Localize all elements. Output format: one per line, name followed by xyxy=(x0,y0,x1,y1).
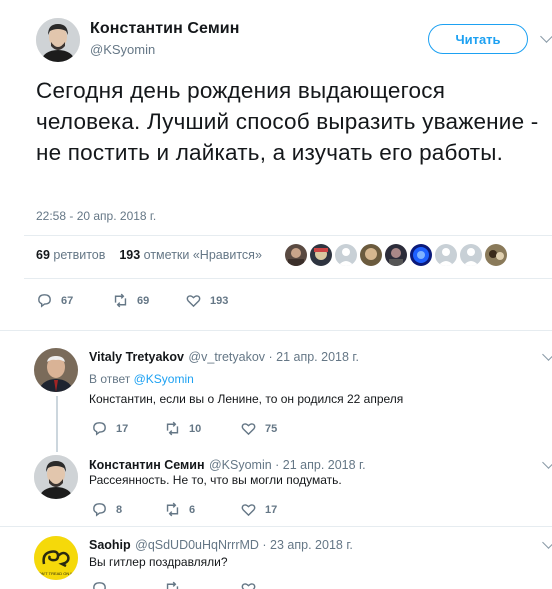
author-name[interactable]: Константин Семин xyxy=(90,20,239,38)
retweet-count: 10 xyxy=(189,422,202,435)
heart-icon xyxy=(186,295,201,308)
reply-header: Saohip @qSdUD0uHqNrrrMD · 23 апр. 2018 г… xyxy=(89,536,353,554)
reply-to: В ответ @KSyomin xyxy=(89,372,194,386)
liker-avatar[interactable] xyxy=(310,244,332,266)
heart-icon xyxy=(241,583,256,589)
reply-action[interactable]: 17 xyxy=(91,420,128,437)
retweet-icon xyxy=(166,421,179,436)
retweet-action[interactable]: 6 xyxy=(164,501,195,518)
retweet-action[interactable]: 10 xyxy=(164,420,201,437)
reply-author-name[interactable]: Константин Семин xyxy=(89,458,205,472)
like-count: 75 xyxy=(265,422,278,435)
reply-icon xyxy=(93,422,106,436)
liker-avatar[interactable] xyxy=(485,244,507,266)
reply-text: Константин, если вы о Ленине, то он роди… xyxy=(89,392,404,406)
likes-count[interactable]: 193 xyxy=(119,248,140,262)
reply-icon xyxy=(38,294,51,308)
reply-action[interactable]: 67 xyxy=(36,292,73,309)
retweet-icon xyxy=(166,502,179,517)
chevron-down-icon[interactable] xyxy=(540,30,552,43)
retweets-label[interactable]: ретвитов xyxy=(53,248,105,262)
liker-avatar[interactable] xyxy=(410,244,432,266)
like-action[interactable]: 17 xyxy=(240,501,277,518)
divider xyxy=(0,330,552,331)
reply-avatar[interactable] xyxy=(34,455,78,499)
chevron-down-icon[interactable] xyxy=(542,536,552,549)
reply-handle-date[interactable]: @qSdUD0uHqNrrrMD · 23 апр. 2018 г. xyxy=(135,538,353,552)
reply-icon xyxy=(93,503,106,517)
reply-handle-date[interactable]: @KSyomin · 21 апр. 2018 г. xyxy=(209,458,366,472)
author-avatar[interactable] xyxy=(36,18,80,62)
reply-handle-date[interactable]: @v_tretyakov · 21 апр. 2018 г. xyxy=(188,350,359,364)
likes-label[interactable]: отметки «Нравится» xyxy=(144,248,262,262)
reply-icon xyxy=(93,582,106,589)
liker-avatar[interactable] xyxy=(385,244,407,266)
reply-to-mention[interactable]: @KSyomin xyxy=(134,372,194,386)
like-action[interactable]: 193 xyxy=(185,292,228,309)
author-handle[interactable]: @KSyomin xyxy=(90,42,155,57)
like-action[interactable] xyxy=(240,580,257,589)
reply-avatar[interactable]: DON'T TREAD ON ME xyxy=(34,536,78,580)
reply-action[interactable]: 8 xyxy=(91,501,122,518)
reply-count: 67 xyxy=(61,294,74,307)
thread-line xyxy=(56,396,58,452)
follow-button[interactable]: Читать xyxy=(428,24,528,54)
liker-avatar[interactable] xyxy=(460,244,482,266)
retweet-count: 6 xyxy=(189,503,196,516)
divider xyxy=(24,235,552,236)
liker-avatar[interactable] xyxy=(285,244,307,266)
retweet-count: 69 xyxy=(137,294,150,307)
heart-icon xyxy=(241,504,256,517)
tweet-text: Сегодня день рождения выдающегося челове… xyxy=(36,78,539,165)
retweet-icon xyxy=(114,293,127,308)
retweet-action[interactable] xyxy=(164,580,181,589)
liker-avatar[interactable] xyxy=(360,244,382,266)
divider xyxy=(24,278,552,279)
retweet-icon xyxy=(166,581,179,589)
heart-icon xyxy=(241,423,256,436)
retweet-action[interactable]: 69 xyxy=(112,292,149,309)
retweets-count[interactable]: 69 xyxy=(36,248,50,262)
tweet-stats: 69 ретвитов 193 отметки «Нравится» xyxy=(36,248,262,262)
reply-action[interactable] xyxy=(91,580,108,589)
chevron-down-icon[interactable] xyxy=(542,348,552,361)
reply-count: 17 xyxy=(116,422,129,435)
chevron-down-icon[interactable] xyxy=(542,456,552,469)
like-action[interactable]: 75 xyxy=(240,420,277,437)
reply-avatar[interactable] xyxy=(34,348,78,392)
reply-header: Константин Семин @KSyomin · 21 апр. 2018… xyxy=(89,456,366,474)
avatar-caption: DON'T TREAD ON ME xyxy=(36,571,77,576)
reply-to-prefix: В ответ xyxy=(89,372,131,386)
like-count: 193 xyxy=(210,294,229,307)
tweet-timestamp[interactable]: 22:58 - 20 апр. 2018 г. xyxy=(36,209,156,223)
reply-author-name[interactable]: Saohip xyxy=(89,538,131,552)
liker-avatar[interactable] xyxy=(435,244,457,266)
reply-author-name[interactable]: Vitaly Tretyakov xyxy=(89,350,184,364)
likers-avatars xyxy=(285,244,507,266)
divider xyxy=(0,526,552,527)
reply-text: Вы гитлер поздравляли? xyxy=(89,555,228,569)
reply-header: Vitaly Tretyakov @v_tretyakov · 21 апр. … xyxy=(89,348,359,366)
reply-count: 8 xyxy=(116,503,123,516)
liker-avatar[interactable] xyxy=(335,244,357,266)
reply-text: Рассеянность. Не то, что вы могли подума… xyxy=(89,473,342,487)
like-count: 17 xyxy=(265,503,278,516)
